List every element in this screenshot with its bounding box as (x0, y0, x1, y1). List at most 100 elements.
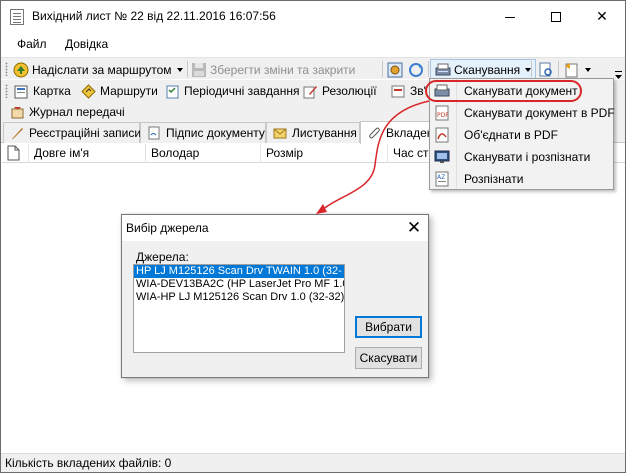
tab-periodic-tasks[interactable]: Періодичні завдання (165, 82, 299, 100)
scan-dropdown-menu: Сканувати документ PDF Сканувати докумен… (429, 78, 615, 190)
route-icon (13, 62, 29, 78)
menu-scan-document[interactable]: Сканувати документ (430, 80, 613, 102)
page-tab-signature-label: Підпис документу (166, 126, 265, 140)
ocr-icon: AZ (434, 171, 450, 187)
page-tab-registration-label: Реєстраційні записи (29, 126, 142, 140)
link-icon (391, 84, 406, 99)
menu-merge-pdf-label: Об'єднати в PDF (464, 128, 558, 142)
title-bar: Вихідний лист № 22 від 22.11.2016 16:07:… (1, 1, 625, 32)
tab-links-label: Зв' (410, 84, 426, 98)
scan-label: Сканування (454, 62, 521, 77)
scanner-icon (434, 83, 450, 99)
menu-scan-and-recognize[interactable]: Сканувати і розпізнати (430, 146, 613, 168)
close-icon: ✕ (596, 8, 608, 24)
tab-transfer-log-label: Журнал передачі (29, 105, 125, 119)
tab-links[interactable]: Зв' (391, 82, 426, 100)
send-route-button[interactable]: Надіслати за маршрутом (13, 60, 183, 79)
card-icon (14, 84, 29, 99)
tab-card-label: Картка (33, 84, 71, 98)
sources-label: Джерела: (136, 250, 189, 264)
main-toolbar: Надіслати за маршрутом Зберегти зміни та… (1, 57, 625, 80)
menu-merge-pdf[interactable]: Об'єднати в PDF (430, 124, 613, 146)
menu-scan-to-pdf[interactable]: PDF Сканувати документ в PDF (430, 102, 615, 124)
sources-listbox[interactable]: HP LJ M125126 Scan Drv TWAIN 1.0 (32- WI… (133, 264, 345, 353)
page-tab-attachments[interactable]: Вкладен (360, 121, 434, 144)
quill-icon (10, 126, 24, 140)
toolbar-grip[interactable] (5, 84, 8, 98)
maximize-icon (551, 12, 561, 23)
column-select[interactable] (2, 144, 29, 163)
dialog-close-button[interactable]: ✕ (400, 215, 428, 241)
cancel-button[interactable]: Скасувати (355, 347, 422, 369)
close-button[interactable]: ✕ (579, 1, 625, 31)
toolbar-grip[interactable] (5, 62, 8, 76)
maximize-button[interactable] (533, 1, 579, 31)
minimize-button[interactable] (487, 1, 533, 31)
toolbar-separator (187, 61, 188, 77)
status-bar: Кількість вкладених файлів: 0 (1, 453, 625, 472)
menu-file[interactable]: Файл (17, 37, 47, 51)
toolbar-separator (428, 61, 429, 77)
pdf-merge-icon (434, 127, 450, 143)
toolbar-separator (558, 61, 559, 77)
gear-icon (387, 62, 403, 78)
menu-recognize-label: Розпізнати (464, 172, 524, 186)
send-route-label: Надіслати за маршрутом (32, 62, 172, 77)
page-tab-correspondence[interactable]: Листування (266, 122, 360, 143)
tab-periodic-tasks-label: Періодичні завдання (184, 84, 300, 98)
tasks-icon (165, 84, 180, 99)
save-close-button[interactable]: Зберегти зміни та закрити (191, 60, 355, 79)
column-long-name[interactable]: Довге ім'я (29, 144, 146, 163)
chevron-down-icon (176, 67, 183, 72)
column-owner[interactable]: Володар (146, 144, 261, 163)
tab-card[interactable]: Картка (14, 82, 71, 100)
scan-button[interactable]: Сканування (430, 59, 537, 80)
refresh-icon (408, 62, 424, 78)
menu-recognize[interactable]: AZ Розпізнати (430, 168, 613, 190)
file-icon (7, 145, 20, 161)
dialog-title: Вибір джерела (122, 215, 428, 241)
page-tab-attachments-label: Вкладен (386, 126, 434, 140)
pdf-icon: PDF (434, 105, 450, 121)
save-close-label: Зберегти зміни та закрити (210, 62, 356, 77)
overflow-icon (615, 70, 622, 79)
tab-routes[interactable]: Маршрути (81, 82, 158, 100)
menu-scan-and-recognize-label: Сканувати і розпізнати (464, 150, 591, 164)
minimize-icon (505, 16, 515, 18)
source-select-dialog: Вибір джерела ✕ Джерела: HP LJ M125126 S… (121, 214, 429, 378)
svg-text:AZ: AZ (437, 174, 445, 181)
document-icon (10, 9, 24, 25)
refresh-tool-button[interactable] (408, 60, 427, 79)
page-tab-registration[interactable]: Реєстраційні записи (3, 122, 142, 143)
document-search-icon (538, 62, 554, 78)
monitor-scan-icon (434, 149, 450, 165)
page-tab-correspondence-label: Листування (292, 126, 357, 140)
source-item[interactable]: WIA-DEV13BA2C (HP LaserJet Pro MF 1.0 (134, 278, 344, 291)
envelope-icon (273, 126, 287, 140)
window-title: Вихідний лист № 22 від 22.11.2016 16:07:… (32, 9, 276, 23)
save-icon (191, 62, 207, 78)
menu-bar: Файл Довідка (1, 32, 625, 57)
transfer-log-icon (10, 105, 25, 120)
tab-routes-label: Маршрути (100, 84, 158, 98)
toolbar-separator (531, 61, 532, 77)
tab-transfer-log[interactable]: Журнал передачі (10, 103, 125, 121)
tab-resolutions-label: Резолюції (322, 84, 377, 98)
template-icon (564, 62, 580, 78)
page-tab-signature[interactable]: Підпис документу (140, 122, 266, 143)
source-item[interactable]: WIA-HP LJ M125126 Scan Drv 1.0 (32-32) (134, 291, 344, 304)
template-dropdown-button[interactable] (564, 60, 591, 79)
tab-resolutions[interactable]: Резолюції (303, 82, 377, 100)
paperclip-icon (367, 126, 381, 140)
menu-help[interactable]: Довідка (65, 37, 108, 51)
settings-tool-button[interactable] (387, 60, 406, 79)
scanner-icon (435, 62, 451, 78)
source-item[interactable]: HP LJ M125126 Scan Drv TWAIN 1.0 (32- (134, 265, 344, 278)
select-button[interactable]: Вибрати (355, 316, 422, 338)
document-search-button[interactable] (538, 60, 557, 79)
column-size[interactable]: Розмір (261, 144, 388, 163)
close-icon: ✕ (406, 218, 422, 237)
menu-scan-document-label: Сканувати документ (464, 84, 578, 98)
menu-scan-to-pdf-label: Сканувати документ в PDF (464, 106, 615, 120)
signature-document-icon (147, 126, 161, 140)
